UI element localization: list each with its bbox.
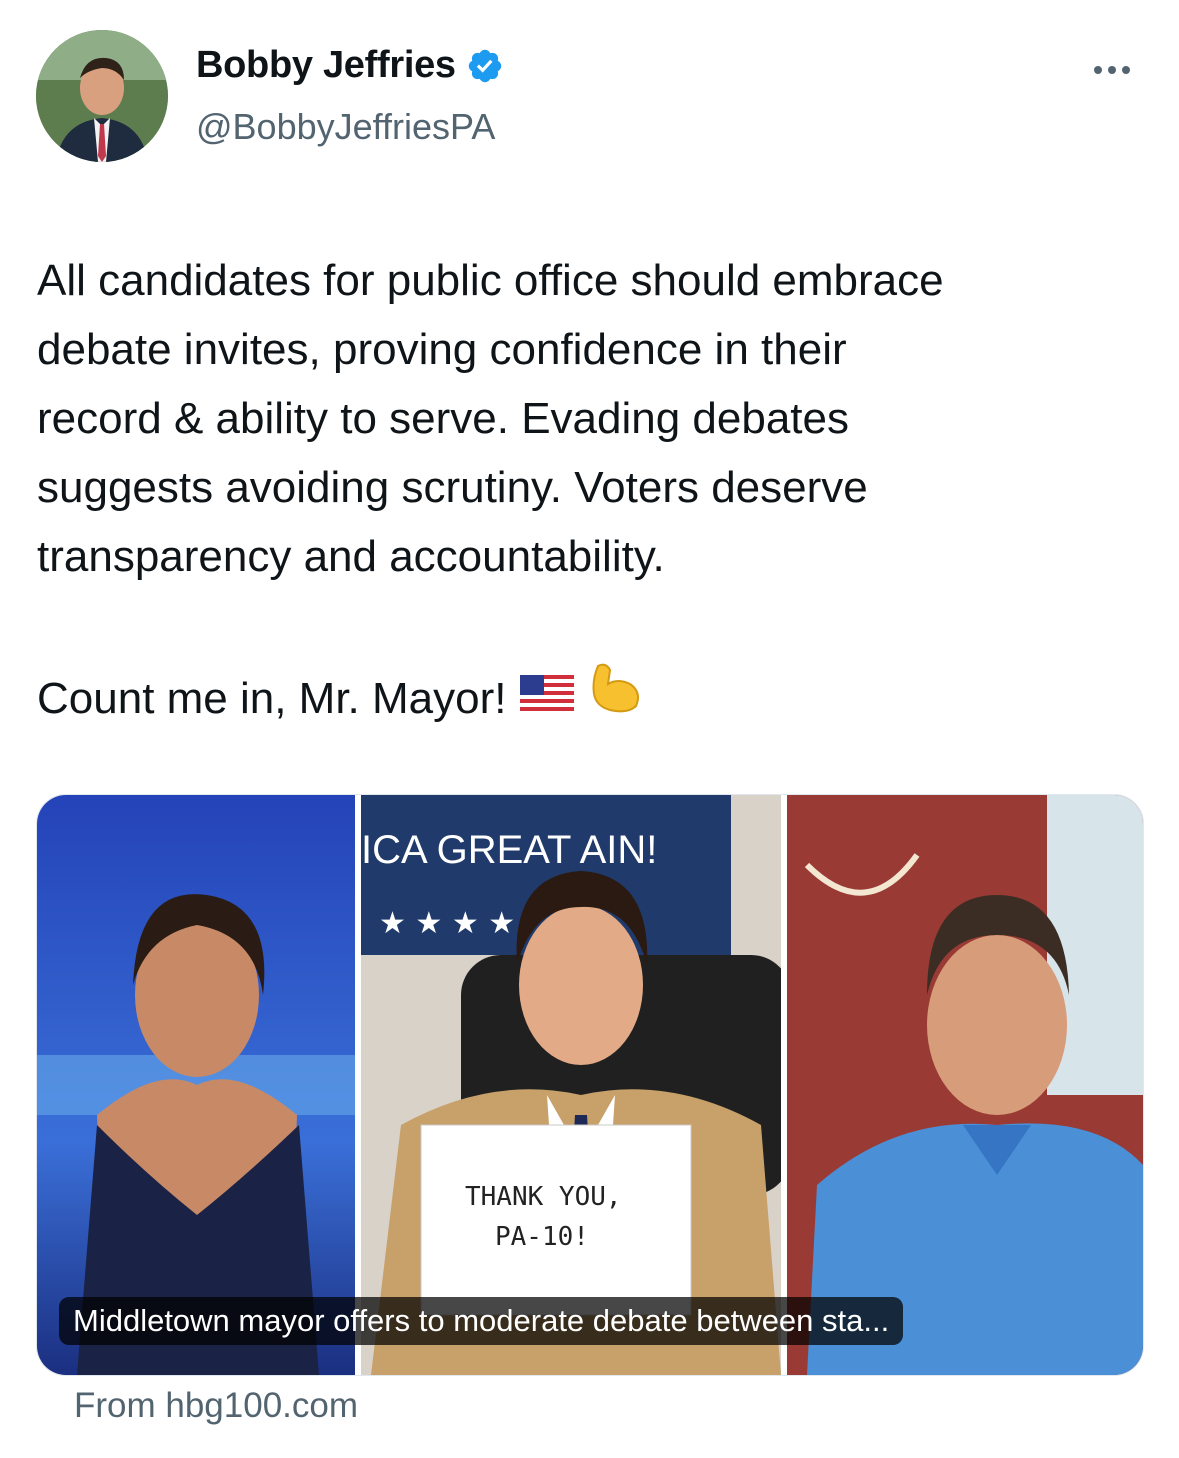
- author-handle[interactable]: @BobbyJeffriesPA: [196, 106, 495, 148]
- link-card[interactable]: ICA GREAT AIN! ★ ★ ★ ★ THANK YOU, PA-10!…: [36, 794, 1144, 1376]
- card-source[interactable]: From hbg100.com: [74, 1386, 358, 1426]
- sign-text-line2: PA-10!: [495, 1222, 589, 1252]
- card-image-candidate: ICA GREAT AIN! ★ ★ ★ ★ THANK YOU, PA-10!: [361, 795, 781, 1375]
- avatar[interactable]: [36, 30, 168, 162]
- verified-badge-icon: [468, 49, 501, 82]
- tweet-text-second: Count me in, Mr. Mayor!: [37, 673, 507, 723]
- more-options-icon[interactable]: [1094, 60, 1140, 80]
- author-display-name[interactable]: Bobby Jeffries: [196, 44, 456, 87]
- author-name-row: Bobby Jeffries: [196, 44, 504, 87]
- svg-text:★ ★ ★ ★: ★ ★ ★ ★: [379, 906, 515, 941]
- card-caption: Middletown mayor offers to moderate deba…: [59, 1297, 904, 1345]
- card-image-mayor: [787, 795, 1143, 1375]
- card-image-woman: [37, 795, 355, 1375]
- us-flag-emoji: [520, 664, 575, 733]
- sign-text-line1: THANK YOU,: [465, 1182, 622, 1212]
- tweet-text: All candidates for public office should …: [37, 256, 944, 581]
- flexed-biceps-emoji: [588, 660, 644, 736]
- banner-text: ICA GREAT AIN!: [361, 828, 657, 872]
- tweet-text-line: Count me in, Mr. Mayor!: [37, 660, 644, 736]
